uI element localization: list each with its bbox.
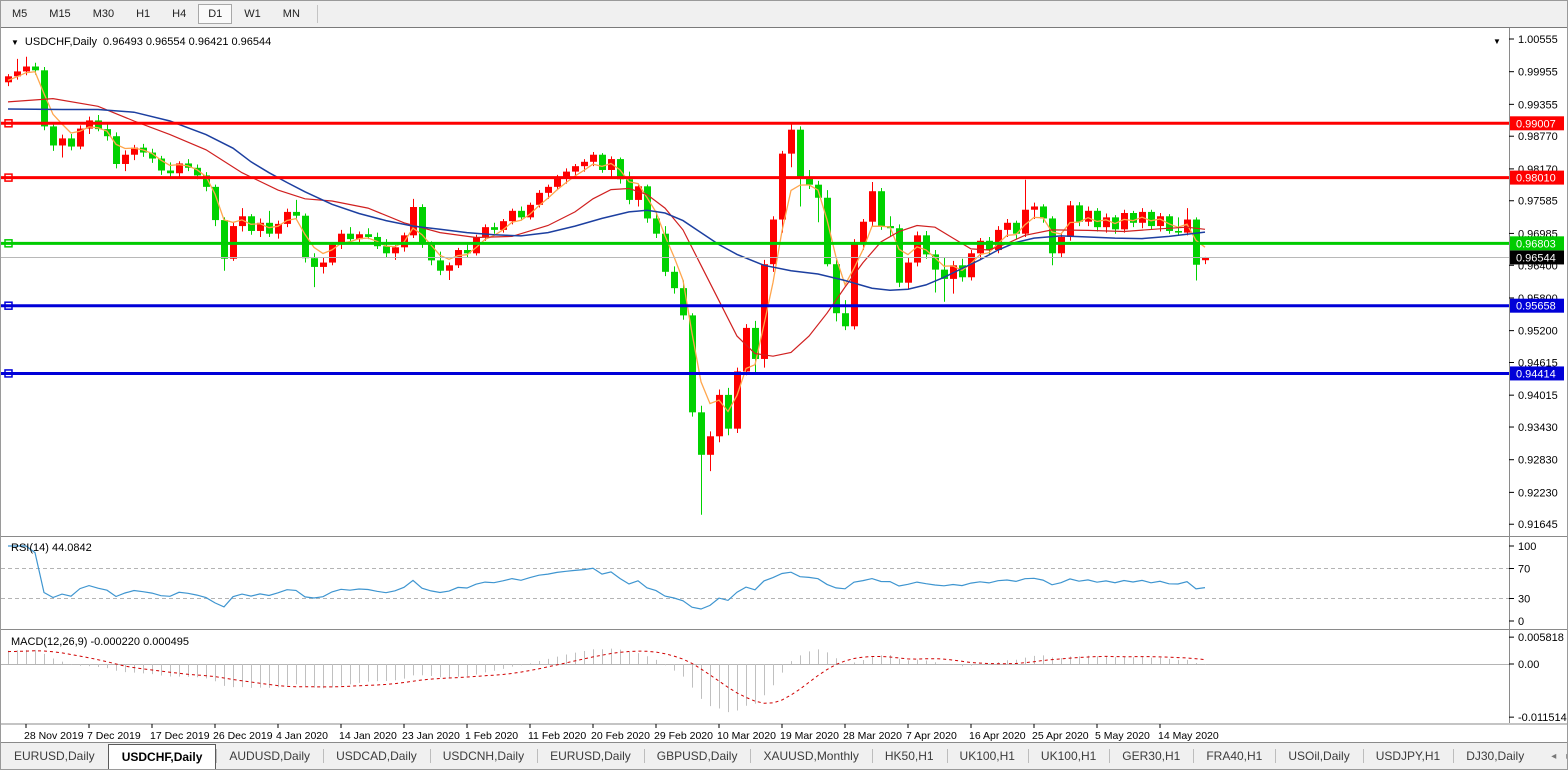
chart-tab-audusd-daily[interactable]: AUDUSD,Daily: [216, 743, 323, 769]
svg-text:14 Jan 2020: 14 Jan 2020: [339, 730, 397, 742]
svg-text:23 Jan 2020: 23 Jan 2020: [402, 730, 460, 742]
chart-tab-uk100-h1[interactable]: UK100,H1: [1028, 743, 1109, 769]
svg-text:70: 70: [1518, 564, 1530, 576]
svg-text:0.97585: 0.97585: [1518, 196, 1558, 208]
chart-background: [1, 28, 1568, 746]
price-tag: 0.95658: [1510, 299, 1564, 313]
price-tag: 0.96544: [1510, 250, 1564, 264]
svg-text:28 Nov 2019: 28 Nov 2019: [24, 730, 84, 742]
chart-tab-bar: EURUSD,DailyUSDCHF,DailyAUDUSD,DailyUSDC…: [1, 742, 1568, 769]
chart-tab-usdcnh-daily[interactable]: USDCNH,Daily: [430, 743, 537, 769]
macd-indicator-label: MACD(12,26,9) -0.000220 0.000495: [11, 636, 189, 648]
timeframe-button-h1[interactable]: H1: [126, 4, 160, 24]
price-chart[interactable]: 1.005550.999550.993550.987700.981700.975…: [1, 28, 1568, 746]
chart-window[interactable]: 1.005550.999550.993550.987700.981700.975…: [1, 27, 1568, 746]
svg-text:17 Dec 2019: 17 Dec 2019: [150, 730, 210, 742]
svg-text:1 Feb 2020: 1 Feb 2020: [465, 730, 518, 742]
chart-tab-dj30-daily[interactable]: DJ30,Daily: [1453, 743, 1537, 769]
svg-text:19 Mar 2020: 19 Mar 2020: [780, 730, 839, 742]
price-tag: 0.98010: [1510, 171, 1564, 185]
chart-tab-eurusd-daily[interactable]: EURUSD,Daily: [1, 743, 108, 769]
chart-tab-xauusd-monthly[interactable]: XAUUSD,Monthly: [750, 743, 871, 769]
svg-text:0.94015: 0.94015: [1518, 390, 1558, 402]
svg-text:0.99955: 0.99955: [1518, 67, 1558, 79]
svg-text:4 Jan 2020: 4 Jan 2020: [276, 730, 328, 742]
svg-text:10 Mar 2020: 10 Mar 2020: [717, 730, 776, 742]
svg-text:0.91645: 0.91645: [1518, 519, 1558, 531]
svg-text:0.94414: 0.94414: [1516, 368, 1556, 380]
svg-text:0.00: 0.00: [1518, 659, 1539, 671]
svg-text:20 Feb 2020: 20 Feb 2020: [591, 730, 650, 742]
svg-text:14 May 2020: 14 May 2020: [1158, 730, 1219, 742]
timeframe-button-w1[interactable]: W1: [234, 4, 271, 24]
svg-text:0.95658: 0.95658: [1516, 301, 1556, 313]
chart-tab-usoil-daily[interactable]: USOil,Daily: [1275, 743, 1362, 769]
svg-text:11 Feb 2020: 11 Feb 2020: [528, 730, 586, 742]
svg-text:0.98770: 0.98770: [1518, 131, 1558, 143]
chart-title: ▼ USDCHF,Daily 0.96493 0.96554 0.96421 0…: [11, 36, 271, 48]
toolbar-separator: [317, 5, 318, 23]
chart-tab-usdchf-daily[interactable]: USDCHF,Daily: [108, 744, 217, 769]
svg-text:29 Feb 2020: 29 Feb 2020: [654, 730, 713, 742]
rsi-indicator-label: RSI(14) 44.0842: [11, 542, 92, 554]
svg-text:100: 100: [1518, 541, 1536, 553]
chart-tab-fra40-h1[interactable]: FRA40,H1: [1193, 743, 1275, 769]
svg-text:25 Apr 2020: 25 Apr 2020: [1032, 730, 1089, 742]
chart-tab-uk100-h1[interactable]: UK100,H1: [947, 743, 1028, 769]
chart-shift-icon[interactable]: ▼: [1493, 37, 1501, 46]
price-tag: 0.94414: [1510, 366, 1564, 380]
svg-text:30: 30: [1518, 594, 1530, 606]
timeframe-button-mn[interactable]: MN: [273, 4, 310, 24]
chart-tab-ger30-h1[interactable]: GER30,H1: [1109, 743, 1193, 769]
svg-text:26 Dec 2019: 26 Dec 2019: [213, 730, 273, 742]
svg-text:0.92230: 0.92230: [1518, 487, 1558, 499]
svg-text:0.93430: 0.93430: [1518, 422, 1558, 434]
chart-ohlc-values: 0.96493 0.96554 0.96421 0.96544: [103, 36, 271, 48]
timeframe-button-m5[interactable]: M5: [2, 4, 37, 24]
svg-text:5 May 2020: 5 May 2020: [1095, 730, 1150, 742]
timeframe-button-m30[interactable]: M30: [83, 4, 124, 24]
price-tag: 0.99007: [1510, 116, 1564, 130]
svg-text:28 Mar 2020: 28 Mar 2020: [843, 730, 902, 742]
svg-text:7 Apr 2020: 7 Apr 2020: [906, 730, 957, 742]
chart-tab-eurusd-daily[interactable]: EURUSD,Daily: [537, 743, 644, 769]
svg-text:0.99007: 0.99007: [1516, 118, 1556, 130]
chart-tab-usdcad-daily[interactable]: USDCAD,Daily: [323, 743, 430, 769]
svg-text:-0.011514: -0.011514: [1518, 712, 1567, 724]
svg-text:1.00555: 1.00555: [1518, 34, 1558, 46]
svg-text:0: 0: [1518, 616, 1524, 628]
timeframe-button-d1[interactable]: D1: [198, 4, 232, 24]
svg-text:0.96544: 0.96544: [1516, 252, 1556, 264]
chart-symbol-label: USDCHF,Daily: [25, 36, 97, 48]
svg-text:0.95200: 0.95200: [1518, 326, 1558, 338]
chart-tab-usdjpy-h1[interactable]: USDJPY,H1: [1363, 743, 1453, 769]
svg-text:0.98010: 0.98010: [1516, 173, 1556, 185]
svg-text:0.99355: 0.99355: [1518, 99, 1558, 111]
mt4-window: M5M15M30H1H4D1W1MN 1.00555 0.99955 0.99355…: [0, 0, 1568, 770]
tabs-scroll-left-icon[interactable]: ◂: [1551, 751, 1556, 762]
svg-text:0.92830: 0.92830: [1518, 455, 1558, 467]
price-tag: 0.96803: [1510, 236, 1564, 250]
svg-text:7 Dec 2019: 7 Dec 2019: [87, 730, 141, 742]
chart-tab-hk50-h1[interactable]: HK50,H1: [872, 743, 947, 769]
timeframe-button-h4[interactable]: H4: [162, 4, 196, 24]
svg-text:0.005818: 0.005818: [1518, 632, 1564, 644]
svg-text:0.96803: 0.96803: [1516, 238, 1556, 250]
chart-tab-gbpusd-daily[interactable]: GBPUSD,Daily: [644, 743, 751, 769]
symbol-dropdown-icon[interactable]: ▼: [11, 38, 19, 47]
timeframe-button-m15[interactable]: M15: [39, 4, 80, 24]
svg-text:16 Apr 2020: 16 Apr 2020: [969, 730, 1026, 742]
timeframe-toolbar: M5M15M30H1H4D1W1MN: [1, 1, 1568, 28]
